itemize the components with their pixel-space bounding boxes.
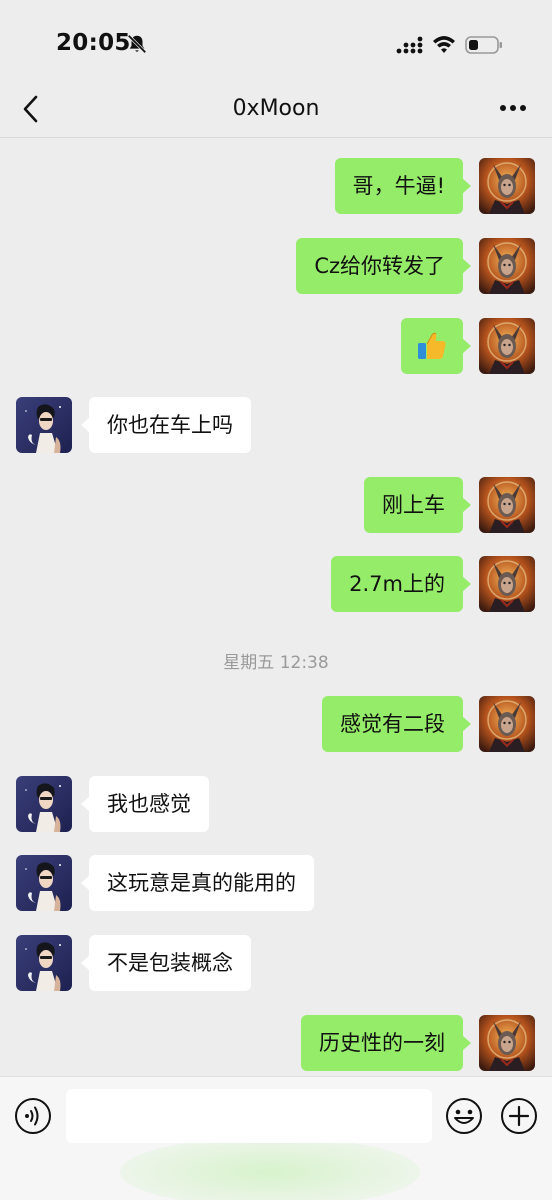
message-row-sent: 哥，牛逼! — [0, 158, 552, 214]
message-row-received: 我也感觉 — [0, 776, 552, 832]
message-bubble[interactable]: 刚上车 — [364, 477, 471, 533]
message-bubble[interactable]: 感觉有二段 — [322, 696, 471, 752]
status-bar: 20:05 — [0, 0, 552, 90]
message-row-sent: 历史性的一刻 — [0, 1015, 552, 1071]
message-input[interactable] — [66, 1089, 432, 1143]
message-row-sent — [0, 318, 552, 374]
contact-avatar[interactable] — [16, 855, 72, 911]
message-row-sent: 感觉有二段 — [0, 696, 552, 752]
voice-icon[interactable] — [14, 1097, 52, 1135]
input-glow — [120, 1137, 420, 1200]
message-bubble[interactable]: 我也感觉 — [81, 776, 209, 832]
chat-screen: 20:05 0xMoon 哥，牛逼! Cz给你转发了 你也在车上吗 刚上车 2.… — [0, 0, 552, 1200]
message-row-received: 你也在车上吗 — [0, 397, 552, 453]
my-avatar[interactable] — [479, 556, 535, 612]
wifi-icon — [433, 36, 455, 53]
my-avatar[interactable] — [479, 158, 535, 214]
my-avatar[interactable] — [479, 696, 535, 752]
battery-icon — [465, 36, 502, 54]
my-avatar[interactable] — [479, 1015, 535, 1071]
nav-bar: 0xMoon — [0, 84, 552, 138]
status-time: 20:05 — [56, 30, 131, 56]
cellular-signal-icon — [396, 36, 423, 54]
my-avatar[interactable] — [479, 238, 535, 294]
my-avatar[interactable] — [479, 318, 535, 374]
message-bubble[interactable]: 这玩意是真的能用的 — [81, 855, 314, 911]
contact-avatar[interactable] — [16, 776, 72, 832]
message-bubble[interactable]: 2.7m上的 — [331, 556, 471, 612]
message-bubble[interactable]: 不是包装概念 — [81, 935, 251, 991]
contact-avatar[interactable] — [16, 397, 72, 453]
message-row-sent: Cz给你转发了 — [0, 238, 552, 294]
thumbs-up-icon — [418, 332, 446, 359]
input-bar — [0, 1076, 552, 1200]
plus-icon[interactable] — [500, 1097, 538, 1135]
message-bubble[interactable]: 哥，牛逼! — [334, 158, 472, 214]
message-bubble[interactable]: 历史性的一刻 — [301, 1015, 471, 1071]
emoji-message-bubble[interactable] — [401, 318, 471, 374]
message-bubble[interactable]: Cz给你转发了 — [296, 238, 471, 294]
emoji-icon[interactable] — [445, 1097, 483, 1135]
timestamp-divider: 星期五 12:38 — [223, 653, 329, 673]
message-row-received: 这玩意是真的能用的 — [0, 855, 552, 911]
message-row-received: 不是包装概念 — [0, 935, 552, 991]
more-dots-icon[interactable] — [496, 96, 530, 120]
message-row-sent: 刚上车 — [0, 477, 552, 533]
message-row-sent: 2.7m上的 — [0, 556, 552, 612]
bell-off-icon — [127, 34, 147, 54]
my-avatar[interactable] — [479, 477, 535, 533]
chat-title: 0xMoon — [232, 96, 320, 121]
contact-avatar[interactable] — [16, 935, 72, 991]
message-bubble[interactable]: 你也在车上吗 — [81, 397, 251, 453]
message-list[interactable]: 哥，牛逼! Cz给你转发了 你也在车上吗 刚上车 2.7m上的 星期五 12:3… — [0, 138, 552, 1076]
